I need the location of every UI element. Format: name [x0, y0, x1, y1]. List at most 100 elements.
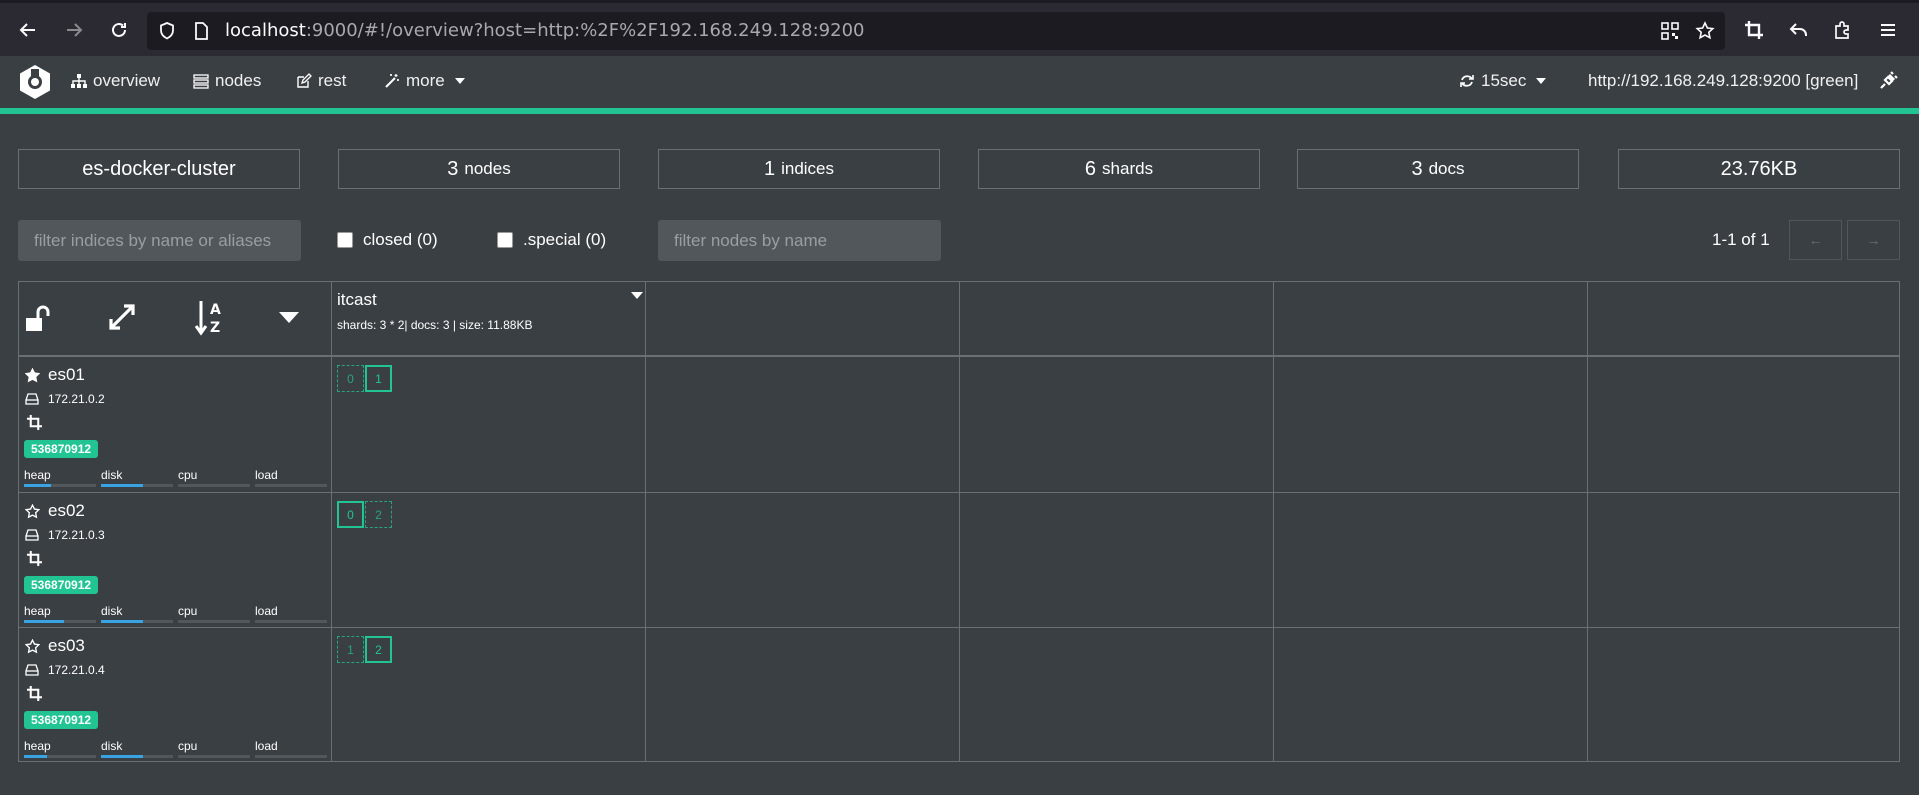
closed-checkbox[interactable]: closed (0) [337, 230, 438, 250]
nodes-count: 3 [447, 157, 459, 180]
node-load-metric: load [255, 739, 327, 758]
nav-overview[interactable]: overview [71, 71, 160, 91]
primary-shard[interactable]: 0 [337, 501, 364, 528]
index-name[interactable]: itcast [337, 290, 377, 310]
node-cpu-metric: cpu [178, 468, 250, 487]
page-icon[interactable] [191, 21, 211, 41]
node-disk-label: disk [101, 604, 123, 618]
hdd-icon [25, 664, 39, 676]
node-name-label: es03 [48, 636, 85, 655]
hamburger-icon [1881, 24, 1895, 36]
undo-button[interactable] [1786, 17, 1812, 43]
bookmark-star-icon[interactable] [1695, 21, 1715, 41]
reload-icon [112, 22, 126, 37]
star-outline-icon [25, 638, 40, 653]
nav-more-label: more [406, 71, 445, 90]
primary-shard[interactable]: 2 [365, 636, 392, 663]
sort-alpha-icon[interactable]: AZ [193, 299, 227, 337]
node-disk-bar [101, 620, 173, 623]
node-cpu-bar [178, 484, 250, 487]
node-heap-bar-fill [24, 484, 51, 487]
closed-checkbox-box[interactable] [337, 232, 353, 248]
address-bar[interactable]: localhost:9000/#!/overview?host=http:%2F… [147, 12, 1725, 50]
node-cpu-label: cpu [178, 739, 198, 753]
node-heap-label: heap [24, 739, 51, 753]
shards-count-label: shards [1102, 159, 1154, 178]
navbar-accent-bar [0, 108, 1919, 114]
index-menu-caret-icon[interactable] [631, 292, 643, 299]
app-navbar: overview nodes rest more 15sec http://19… [0, 56, 1919, 108]
nav-rest[interactable]: rest [296, 71, 346, 91]
nav-more[interactable]: more [384, 71, 465, 91]
node-name[interactable]: es02 [25, 501, 85, 521]
node-heap-bar-fill [24, 620, 64, 623]
node-heap-metric: heap [24, 604, 96, 623]
special-checkbox-label: .special (0) [523, 230, 607, 249]
node-heap-bar-fill [24, 755, 47, 758]
nav-nodes-label: nodes [215, 71, 262, 90]
replica-shard[interactable]: 1 [337, 636, 364, 663]
cerebro-logo-icon[interactable] [16, 63, 54, 101]
node-ip: 172.21.0.4 [25, 663, 105, 677]
node-disk-label: disk [101, 739, 123, 753]
filter-nodes-input[interactable]: filter nodes by name [658, 220, 941, 261]
extensions-button[interactable] [1830, 17, 1856, 43]
size-box: 23.76KB [1618, 149, 1900, 189]
node-name[interactable]: es01 [25, 365, 85, 385]
node-name[interactable]: es03 [25, 636, 85, 656]
refresh-interval-label: 15sec [1481, 71, 1527, 90]
back-button[interactable] [15, 17, 41, 43]
node-cpu-metric: cpu [178, 739, 250, 758]
url-text[interactable]: localhost:9000/#!/overview?host=http:%2F… [225, 20, 865, 41]
node-name-label: es02 [48, 501, 85, 520]
nav-overview-label: overview [93, 71, 161, 90]
indices-count: 1 [763, 157, 776, 180]
column-divider [645, 282, 646, 761]
plug-icon[interactable] [1880, 71, 1898, 89]
special-checkbox[interactable]: .special (0) [497, 230, 606, 250]
node-heap-badge: 536870912 [24, 576, 99, 594]
refresh-interval-dropdown[interactable]: 15sec [1459, 71, 1547, 91]
crop-icon [27, 686, 42, 701]
docs-count-box: 3 docs [1297, 149, 1579, 189]
docs-count-label: docs [1428, 159, 1465, 178]
expand-icon[interactable] [107, 302, 137, 332]
server-icon [193, 74, 209, 89]
node-name-label: es01 [48, 365, 85, 384]
nav-nodes[interactable]: nodes [193, 71, 261, 91]
menu-button[interactable] [1875, 17, 1901, 43]
node-ip: 172.21.0.2 [25, 392, 105, 406]
undo-icon [1789, 23, 1807, 36]
shield-icon[interactable] [157, 21, 177, 41]
node-load-label: load [255, 739, 278, 753]
prev-page-button[interactable]: ← [1789, 220, 1842, 260]
qr-code-icon[interactable] [1660, 21, 1680, 41]
node-disk-bar-fill [101, 620, 143, 623]
node-load-bar [255, 620, 327, 623]
cluster-name-box: es-docker-cluster [18, 149, 300, 189]
hdd-icon [25, 393, 39, 405]
refresh-icon [1460, 75, 1474, 87]
caret-down-icon[interactable] [279, 312, 299, 323]
replica-shard[interactable]: 0 [337, 365, 364, 392]
cluster-connection-url[interactable]: http://192.168.249.128:9200 [green] [1588, 71, 1858, 91]
url-path: :9000/#!/overview?host=http:%2F%2F192.16… [305, 20, 865, 41]
next-page-button[interactable]: → [1847, 220, 1900, 260]
screenshot-button[interactable] [1741, 17, 1767, 43]
special-checkbox-box[interactable] [497, 232, 513, 248]
filter-indices-input[interactable]: filter indices by name or aliases [18, 220, 301, 261]
arrow-left-icon [19, 23, 35, 37]
primary-shard[interactable]: 1 [365, 365, 392, 392]
magic-wand-icon [385, 74, 399, 88]
node-disk-bar-fill [101, 484, 143, 487]
reload-button[interactable] [106, 17, 132, 43]
hdd-icon [25, 529, 39, 541]
node-disk-metric: disk [101, 604, 173, 623]
node-disk-bar-fill [101, 755, 143, 758]
replica-shard[interactable]: 2 [365, 501, 392, 528]
column-divider [1273, 282, 1274, 761]
forward-button[interactable] [61, 17, 87, 43]
unlock-icon[interactable] [24, 304, 54, 334]
node-heap-label: heap [24, 468, 51, 482]
node-row: es03 172.21.0.4 536870912 heap disk cpu load [19, 628, 331, 762]
